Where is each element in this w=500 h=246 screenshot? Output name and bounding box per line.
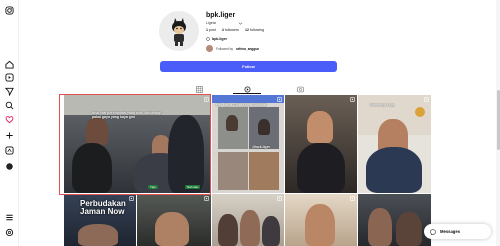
post-thumbnail-6[interactable]	[137, 194, 211, 246]
menu-icon[interactable]	[5, 213, 14, 222]
posts-stat: 1post	[206, 28, 216, 32]
post-tag-1: Tiga	[148, 185, 158, 189]
reel-indicator-icon	[277, 196, 282, 201]
post-thumbnail-7[interactable]	[212, 194, 284, 246]
post-thumbnail-9[interactable]	[358, 194, 431, 246]
active-tab-indicator	[233, 93, 261, 94]
reel-indicator-icon	[277, 97, 282, 102]
post-caption-1: bisa cari perempuan yang mau dibohongi p…	[92, 111, 162, 120]
post-thumbnail-5[interactable]: Perbudakan Jaman Now	[64, 194, 136, 246]
following-stat[interactable]: 12following	[245, 28, 264, 32]
messages-button[interactable]: Messages	[424, 224, 491, 239]
post-thumbnail-1[interactable]: bisa cari perempuan yang mau dibohongi p…	[64, 95, 211, 193]
reel-indicator-icon	[350, 196, 355, 201]
reel-indicator-icon	[204, 196, 209, 201]
messenger-icon	[430, 228, 436, 235]
reel-indicator-icon	[129, 196, 134, 201]
posts-grid: bisa cari perempuan yang mau dibohongi p…	[64, 95, 431, 246]
post-thumbnail-3[interactable]	[285, 95, 357, 193]
send-icon[interactable]	[5, 87, 14, 96]
profile-full-name: Ligeta	[206, 21, 216, 25]
reel-indicator-icon	[350, 97, 355, 102]
profile-link[interactable]: bpk.liger	[206, 37, 227, 41]
tab-posts[interactable]	[196, 86, 204, 94]
post-caption-3: Pas lagi a Cinta sama Sahabat	[216, 103, 267, 107]
threads-icon[interactable]	[5, 228, 14, 237]
search-icon[interactable]	[5, 101, 14, 110]
reels-icon[interactable]	[5, 73, 14, 82]
profile-stats: 1post 4followers 12following	[206, 28, 264, 32]
heart-icon[interactable]	[5, 115, 14, 124]
followed-by[interactable]: Followed by rafrina_anggun	[206, 45, 259, 52]
username-menu-icon[interactable]	[238, 13, 243, 25]
profile-username: bpk.liger	[206, 12, 236, 19]
page-scrollbar[interactable]	[496, 0, 500, 246]
threads-link-icon	[206, 37, 210, 41]
followers-stat[interactable]: 4followers	[222, 28, 239, 32]
follower-avatar	[206, 45, 213, 52]
home-icon[interactable]	[5, 60, 14, 69]
reel-indicator-icon	[424, 97, 429, 102]
left-sidebar	[0, 0, 19, 246]
post-thumbnail-4[interactable]: Mamanya saya	[358, 95, 431, 193]
post-tag-2: Nah dan	[185, 185, 201, 189]
post-caption-5: Mamanya saya	[370, 103, 395, 107]
profile-avatar[interactable]	[159, 11, 199, 51]
plus-icon[interactable]	[5, 131, 14, 140]
tab-tagged[interactable]	[297, 86, 305, 94]
post-caption-4: @bpk.liger	[252, 145, 270, 149]
activity-icon[interactable]	[5, 146, 14, 155]
post-caption-7: Perbudakan Jaman Now	[80, 199, 126, 216]
profile-dot-icon[interactable]	[5, 162, 14, 171]
post-thumbnail-8[interactable]	[285, 194, 357, 246]
instagram-logo-icon[interactable]	[5, 6, 14, 15]
post-thumbnail-2[interactable]: Pas lagi a Cinta sama Sahabat @bpk.liger	[212, 95, 284, 193]
reel-indicator-icon	[204, 97, 209, 102]
follow-button[interactable]: Follow	[160, 61, 337, 72]
